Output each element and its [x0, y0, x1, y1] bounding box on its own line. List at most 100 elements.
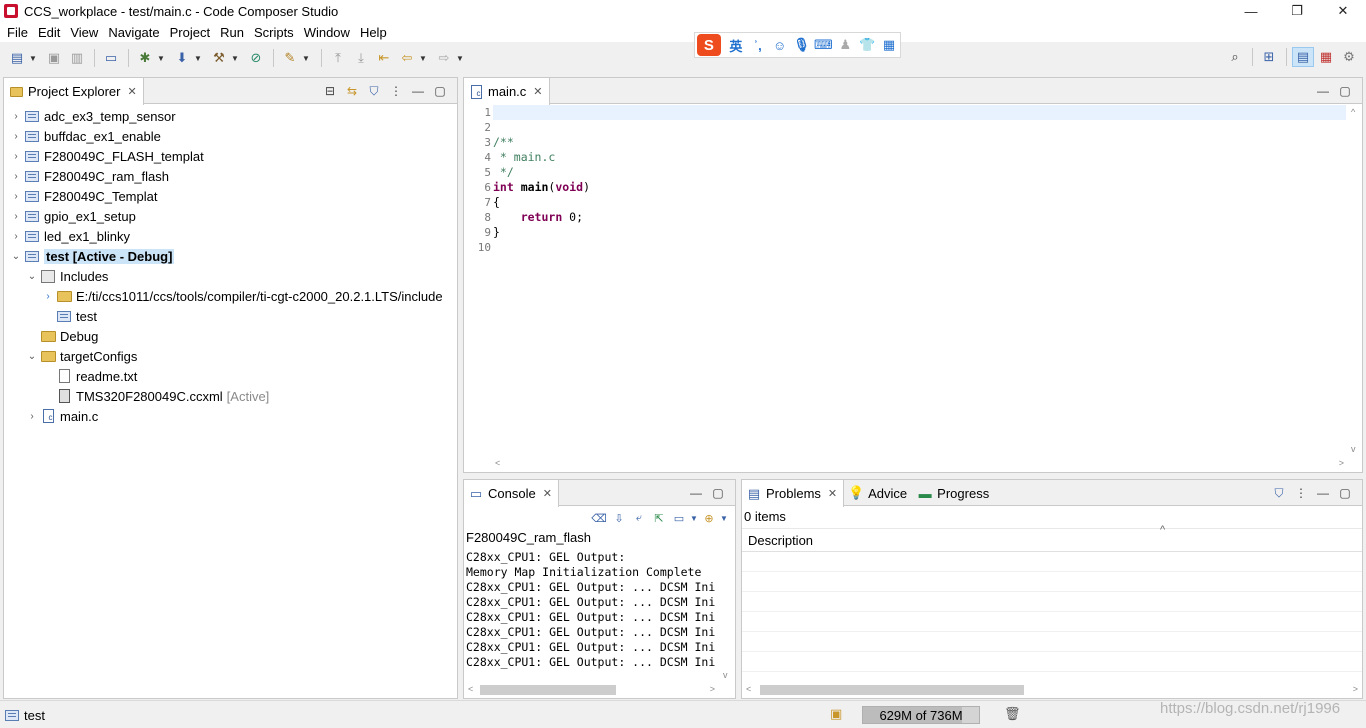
problems-horizontal-scrollbar[interactable]: < > — [742, 682, 1362, 698]
forward-dropdown-icon[interactable]: ▼ — [456, 54, 464, 63]
close-icon[interactable]: ✕ — [127, 85, 136, 98]
scroll-left-icon[interactable]: < — [495, 458, 500, 468]
code-line[interactable]: * main.c — [493, 150, 1346, 165]
code-area[interactable]: /** * main.c */ int main(void) { return … — [493, 105, 1346, 456]
scroll-down-icon[interactable]: v — [1351, 444, 1356, 454]
tab-project-explorer[interactable]: Project Explorer ✕ — [4, 78, 144, 105]
filter-icon[interactable]: ⛉ — [363, 82, 385, 100]
code-line[interactable] — [493, 240, 1346, 255]
tree-item[interactable]: Debug — [4, 326, 457, 346]
editor-horizontal-scrollbar[interactable]: < > — [493, 456, 1346, 472]
sogou-logo-icon[interactable]: S — [697, 34, 721, 56]
chevron-down-icon[interactable]: ⌄ — [26, 271, 38, 282]
tab-main-c[interactable]: c main.c ✕ — [464, 78, 550, 105]
editor-vertical-scrollbar[interactable]: ^ v — [1346, 105, 1362, 456]
tree-item[interactable]: › F280049C_ram_flash — [4, 166, 457, 186]
save-icon[interactable]: ▣ — [43, 48, 65, 68]
menu-edit[interactable]: Edit — [33, 25, 65, 40]
scroll-right-icon[interactable]: > — [710, 684, 715, 694]
display-console-icon[interactable]: ▭ — [669, 509, 689, 527]
console-output[interactable]: C28xx_CPU1: GEL Output: Memory Map Initi… — [466, 550, 717, 682]
menu-view[interactable]: View — [65, 25, 103, 40]
tab-advice[interactable]: 💡 Advice — [844, 480, 913, 506]
maximize-view-icon[interactable]: ▢ — [707, 484, 729, 502]
back-dropdown-icon[interactable]: ▼ — [419, 54, 427, 63]
menu-run[interactable]: Run — [215, 25, 249, 40]
tree-item-active-project[interactable]: ⌄ test [Active - Debug] — [4, 246, 457, 266]
chevron-down-icon[interactable]: ⌄ — [10, 251, 22, 262]
scrollbar-thumb[interactable] — [760, 685, 1024, 695]
chevron-down-icon[interactable]: ⌄ — [26, 351, 38, 362]
search-icon[interactable]: ⌕ — [1224, 47, 1246, 67]
ccs-edit-perspective-icon[interactable]: ▤ — [1292, 47, 1314, 67]
code-line-current[interactable] — [493, 105, 1346, 120]
chevron-right-icon[interactable]: › — [10, 111, 22, 122]
chevron-right-icon[interactable]: › — [10, 211, 22, 222]
chevron-right-icon[interactable]: › — [42, 291, 54, 302]
tab-console[interactable]: ▭ Console ✕ — [464, 480, 559, 507]
new-icon[interactable]: ▤ — [6, 48, 28, 68]
microphone-icon[interactable]: 🎙 — [791, 34, 813, 56]
open-console-icon[interactable]: ⊕ — [699, 509, 719, 527]
tab-progress[interactable]: ▬ Progress — [913, 480, 995, 506]
tree-item[interactable]: TMS320F280049C.ccxml [Active] — [4, 386, 457, 406]
tree-item[interactable]: › adc_ex3_temp_sensor — [4, 106, 457, 126]
scroll-lock-icon[interactable]: ⇩ — [609, 509, 629, 527]
display-console-dropdown-icon[interactable]: ▼ — [689, 509, 699, 527]
tree-item[interactable]: › gpio_ex1_setup — [4, 206, 457, 226]
minimize-view-icon[interactable]: — — [1312, 82, 1334, 100]
scroll-right-icon[interactable]: > — [1339, 458, 1344, 468]
open-console-dropdown-icon[interactable]: ▼ — [719, 509, 729, 527]
minimize-view-icon[interactable]: — — [407, 82, 429, 100]
scroll-right-icon[interactable]: > — [1353, 684, 1358, 694]
debug-bug-icon[interactable]: ✱ — [134, 48, 156, 68]
tree-item[interactable]: › E:/ti/ccs1011/ccs/tools/compiler/ti-cg… — [4, 286, 457, 306]
menu-help[interactable]: Help — [355, 25, 392, 40]
open-perspective-icon[interactable]: ⊞ — [1258, 47, 1280, 67]
chevron-right-icon[interactable]: › — [10, 131, 22, 142]
tree-item[interactable]: › buffdac_ex1_enable — [4, 126, 457, 146]
tree-item[interactable]: › F280049C_Templat — [4, 186, 457, 206]
chevron-right-icon[interactable]: › — [26, 411, 38, 422]
tree-item[interactable]: ⌄ Includes — [4, 266, 457, 286]
tree-item[interactable]: › F280049C_FLASH_templat — [4, 146, 457, 166]
code-line[interactable]: int main(void) — [493, 180, 1346, 195]
maximize-view-icon[interactable]: ▢ — [1334, 82, 1356, 100]
open-task-icon[interactable]: ✎ — [279, 48, 301, 68]
debug-dropdown-icon[interactable]: ▼ — [157, 54, 165, 63]
tree-item[interactable]: ⌄ targetConfigs — [4, 346, 457, 366]
code-line[interactable]: } — [493, 225, 1346, 240]
column-header-description[interactable]: Description ^ — [742, 524, 1362, 552]
link-editor-icon[interactable]: ⇆ — [341, 82, 363, 100]
flash-dropdown-icon[interactable]: ▼ — [194, 54, 202, 63]
task-dropdown-icon[interactable]: ▼ — [302, 54, 310, 63]
toolbox-grid-icon[interactable]: ▦ — [878, 34, 900, 56]
clear-console-icon[interactable]: ⌫ — [589, 509, 609, 527]
user-icon[interactable]: ♟ — [834, 34, 856, 56]
menu-file[interactable]: File — [2, 25, 33, 40]
last-edit-icon[interactable]: ⇤ — [373, 48, 395, 68]
close-icon[interactable]: ✕ — [533, 85, 542, 98]
menu-project[interactable]: Project — [165, 25, 215, 40]
skin-shirt-icon[interactable]: 👕 — [856, 34, 878, 56]
flash-icon[interactable]: ⬇ — [171, 48, 193, 68]
code-line[interactable]: { — [493, 195, 1346, 210]
chevron-right-icon[interactable]: › — [10, 191, 22, 202]
background-tasks-icon[interactable]: ▣ — [830, 706, 842, 722]
view-menu-icon[interactable]: ⋮ — [1290, 484, 1312, 502]
keyboard-icon[interactable]: ⌨ — [812, 34, 834, 56]
search-link-icon[interactable]: ⊘ — [245, 48, 267, 68]
menu-scripts[interactable]: Scripts — [249, 25, 299, 40]
code-line[interactable]: */ — [493, 165, 1346, 180]
scrollbar-thumb[interactable] — [480, 685, 616, 695]
close-button[interactable]: ✕ — [1320, 0, 1366, 22]
maximize-view-icon[interactable]: ▢ — [1334, 484, 1356, 502]
heap-status[interactable]: 629M of 736M — [862, 706, 980, 724]
ccs-simple-perspective-icon[interactable]: ⚙ — [1338, 47, 1360, 67]
tab-problems[interactable]: ▤ Problems ✕ — [742, 480, 845, 507]
view-menu-icon[interactable]: ⋮ — [385, 82, 407, 100]
menu-window[interactable]: Window — [299, 25, 355, 40]
next-annotation-icon[interactable]: ⤓ — [350, 48, 372, 68]
build-hammer-icon[interactable]: ⚒ — [208, 48, 230, 68]
console-vertical-scrollbar[interactable]: v — [718, 550, 734, 682]
